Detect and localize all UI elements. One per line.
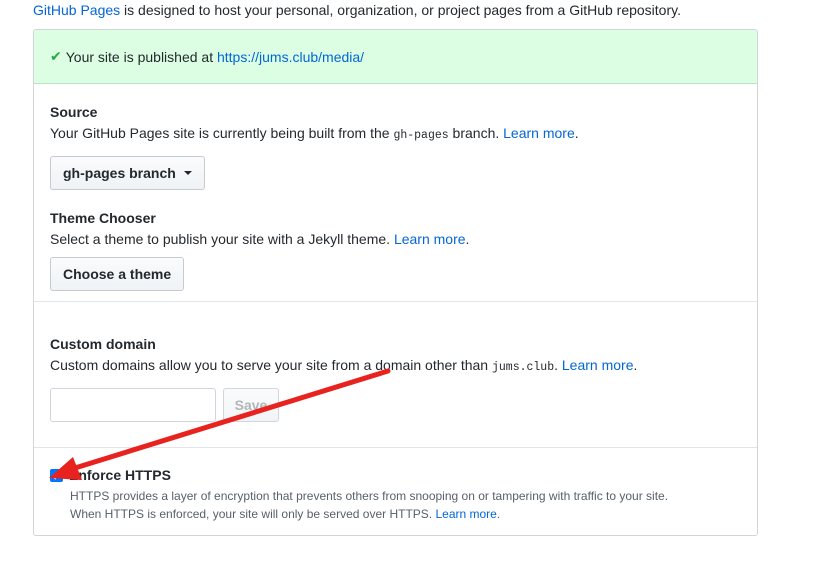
published-url-link[interactable]: https://jums.club/media/: [217, 49, 364, 65]
custom-domain-learn-more-link[interactable]: Learn more: [562, 357, 634, 373]
custom-domain-input[interactable]: [50, 388, 216, 422]
intro-description: is designed to host your personal, organ…: [120, 2, 681, 18]
source-section: Source Your GitHub Pages site is current…: [34, 84, 757, 302]
source-period: .: [574, 125, 579, 141]
source-desc-after: branch.: [448, 125, 504, 141]
https-note-line2-text: When HTTPS is enforced, your site will o…: [70, 507, 436, 521]
custom-domain-form: Save: [50, 388, 741, 422]
custom-domain-desc-text: Custom domains allow you to serve your s…: [50, 357, 492, 373]
custom-domain-desc-after: .: [554, 357, 562, 373]
github-pages-panel: ✔ Your site is published at https://jums…: [33, 29, 758, 536]
published-flash: ✔ Your site is published at https://jums…: [34, 30, 757, 84]
theme-period: .: [465, 231, 470, 247]
custom-domain-period: .: [633, 357, 638, 373]
source-learn-more-link[interactable]: Learn more: [503, 125, 575, 141]
source-description: Your GitHub Pages site is currently bein…: [50, 123, 741, 146]
custom-domain-section: Custom domain Custom domains allow you t…: [34, 302, 757, 448]
save-button[interactable]: Save: [223, 388, 279, 422]
check-icon: ✔: [50, 48, 62, 64]
theme-description: Select a theme to publish your site with…: [50, 229, 741, 249]
https-learn-more-link[interactable]: Learn more: [435, 507, 496, 521]
source-title: Source: [50, 104, 98, 120]
published-text: Your site is published at: [65, 48, 214, 65]
domain-code: jums.club: [491, 361, 555, 374]
intro-text: GitHub Pages is designed to host your pe…: [33, 0, 681, 20]
https-note-line2: When HTTPS is enforced, your site will o…: [70, 505, 741, 523]
choose-theme-button[interactable]: Choose a theme: [50, 257, 185, 291]
theme-chooser-title: Theme Chooser: [50, 210, 156, 226]
branch-code: gh-pages: [393, 129, 449, 142]
enforce-https-row: Enforce HTTPS: [50, 467, 741, 483]
branch-select-button[interactable]: gh-pages branch: [50, 156, 205, 190]
custom-domain-title: Custom domain: [50, 336, 156, 352]
source-desc-text: Your GitHub Pages site is currently bein…: [50, 125, 394, 141]
enforce-https-label[interactable]: Enforce HTTPS: [69, 467, 171, 483]
theme-learn-more-link[interactable]: Learn more: [394, 231, 466, 247]
caret-down-icon: [183, 171, 192, 175]
https-note-line1: HTTPS provides a layer of encryption tha…: [70, 489, 669, 503]
branch-select-label: gh-pages branch: [63, 165, 176, 181]
https-period: .: [496, 507, 501, 521]
custom-domain-description: Custom domains allow you to serve your s…: [50, 355, 741, 378]
theme-desc-text: Select a theme to publish your site with…: [50, 231, 394, 247]
https-note: HTTPS provides a layer of encryption tha…: [70, 487, 741, 523]
enforce-https-checkbox[interactable]: [50, 468, 63, 482]
enforce-https-section: Enforce HTTPS HTTPS provides a layer of …: [34, 448, 757, 523]
github-pages-link[interactable]: GitHub Pages: [33, 2, 120, 18]
